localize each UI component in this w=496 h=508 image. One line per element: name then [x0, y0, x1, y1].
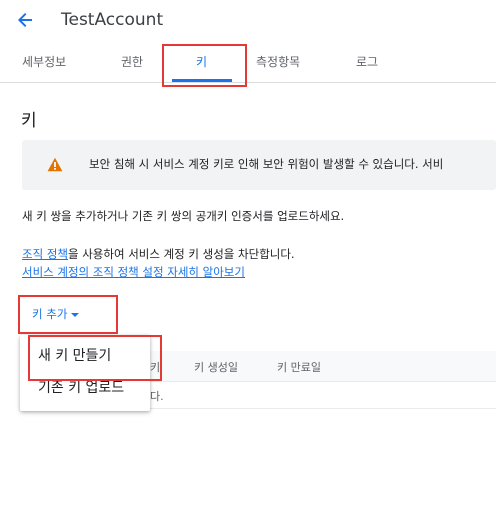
tab-permissions[interactable]: 권한: [121, 44, 143, 82]
column-expires: 키 만료일: [277, 361, 321, 374]
warning-icon: [47, 157, 63, 172]
empty-table-text: 다.: [150, 390, 164, 403]
add-key-menu: 새 키 만들기 기존 키 업로드: [20, 335, 150, 411]
policy-line: 조직 정책을 사용하여 서비스 계정 키 생성을 차단합니다.: [22, 246, 295, 262]
tab-metrics[interactable]: 측정항목: [256, 44, 300, 82]
menu-item-upload-existing-key[interactable]: 기존 키 업로드: [38, 377, 124, 397]
tab-bar: 세부정보 권한 키 측정항목 로그: [0, 44, 496, 83]
column-created: 키 생성일: [194, 361, 238, 374]
column-key: 키: [150, 361, 161, 374]
keys-table-empty-row: 다.: [140, 382, 496, 409]
tab-details[interactable]: 세부정보: [22, 44, 66, 82]
tab-logs[interactable]: 로그: [356, 44, 378, 82]
banner-text: 보안 침해 시 서비스 계정 키로 인해 보안 위험이 발생할 수 있습니다. …: [89, 157, 444, 171]
keys-table-header: 키 키 생성일 키 만료일: [140, 351, 496, 382]
active-tab-indicator: [172, 79, 232, 82]
menu-item-create-new-key[interactable]: 새 키 만들기: [38, 345, 111, 365]
section-heading: 키: [21, 111, 37, 131]
caret-down-icon: [71, 312, 80, 317]
policy-text: 을 사용하여 서비스 계정 키 생성을 차단합니다.: [67, 247, 295, 261]
learn-more-link[interactable]: 서비스 계정의 조직 정책 설정 자세히 알아보기: [22, 264, 245, 280]
org-policy-link[interactable]: 조직 정책: [22, 247, 68, 261]
keys-description: 새 키 쌍을 추가하거나 기존 키 쌍의 공개키 인증서를 업로드하세요.: [22, 209, 345, 223]
page-title: TestAccount: [61, 10, 164, 30]
tab-keys[interactable]: 키: [196, 44, 207, 82]
add-key-label: 키 추가: [32, 307, 68, 321]
add-key-button[interactable]: 키 추가: [22, 300, 104, 328]
back-arrow-icon[interactable]: [12, 8, 40, 32]
